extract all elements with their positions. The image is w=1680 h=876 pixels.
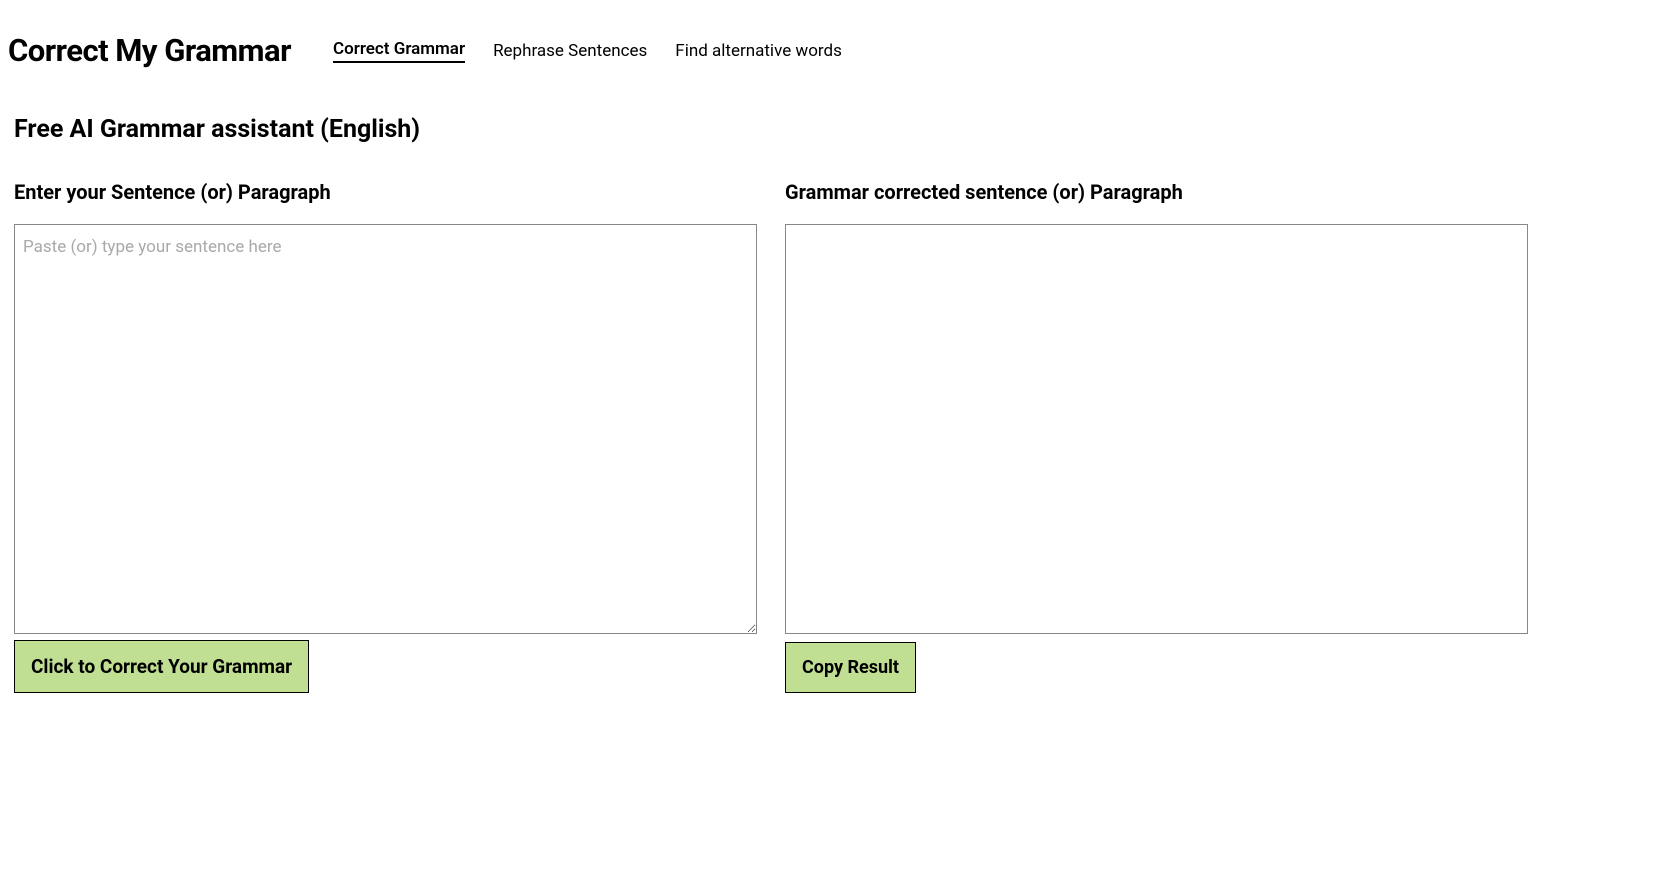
output-column: Grammar corrected sentence (or) Paragrap… <box>785 180 1528 693</box>
input-column: Enter your Sentence (or) Paragraph Click… <box>14 180 757 693</box>
correct-grammar-button[interactable]: Click to Correct Your Grammar <box>14 640 309 693</box>
nav-item-correct-grammar[interactable]: Correct Grammar <box>333 39 465 63</box>
site-title: Correct My Grammar <box>8 32 291 69</box>
nav-item-rephrase-sentences[interactable]: Rephrase Sentences <box>493 41 647 61</box>
nav-item-find-alternative-words[interactable]: Find alternative words <box>675 41 842 61</box>
page-heading: Free AI Grammar assistant (English) <box>14 115 1680 144</box>
main-nav: Correct Grammar Rephrase Sentences Find … <box>333 39 842 63</box>
output-label: Grammar corrected sentence (or) Paragrap… <box>785 180 1528 204</box>
input-label: Enter your Sentence (or) Paragraph <box>14 180 757 204</box>
output-box[interactable] <box>785 224 1528 634</box>
copy-result-button[interactable]: Copy Result <box>785 642 916 693</box>
input-textarea[interactable] <box>14 224 757 634</box>
header: Correct My Grammar Correct Grammar Rephr… <box>0 0 1680 69</box>
main-columns: Enter your Sentence (or) Paragraph Click… <box>14 180 1666 693</box>
